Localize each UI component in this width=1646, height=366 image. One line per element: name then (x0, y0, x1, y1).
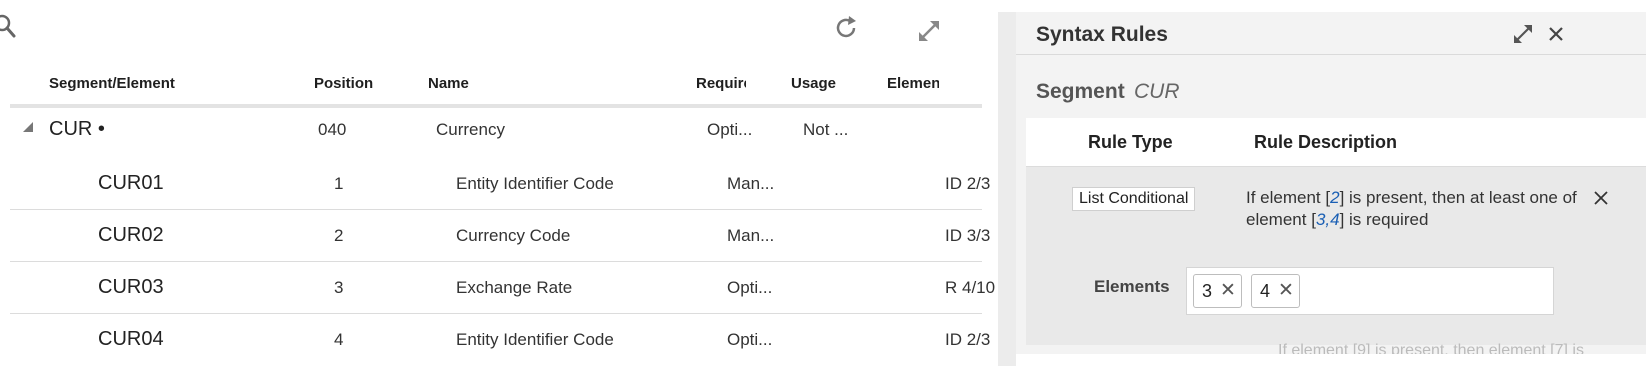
segment-cell: CUR04 (98, 328, 164, 350)
position-cell: 3 (334, 278, 344, 297)
usage-cell: Not ... (803, 120, 849, 139)
table-row[interactable]: CUR • 040 Currency Opti... Not ... (10, 106, 982, 158)
rules-table-header: Rule Type Rule Description (1026, 118, 1646, 167)
element-chip: 4 ✕ (1251, 274, 1300, 308)
name-cell: Currency (436, 120, 505, 139)
panel-title: Syntax Rules (1036, 23, 1168, 46)
position-cell: 040 (318, 120, 347, 139)
requirement-cell: Man... (727, 226, 775, 245)
table-header: Segment/Element Position Name Require Us… (10, 62, 982, 108)
close-icon[interactable] (1546, 24, 1566, 44)
rule-type-badge: List Conditional (1072, 187, 1196, 211)
name-cell: Entity Identifier Code (456, 330, 614, 349)
segment-cell: CUR01 (98, 172, 164, 194)
element-cell: ID 3/3 (945, 226, 991, 245)
chip-remove-icon[interactable]: ✕ (1220, 275, 1236, 307)
expand-icon[interactable] (916, 18, 942, 44)
requirement-cell: Opti... (707, 120, 753, 139)
remove-icon[interactable] (1592, 189, 1610, 207)
requirement-cell: Opti... (727, 278, 773, 297)
elements-label: Elements (1094, 277, 1170, 296)
element-cell: ID 2/3 (945, 174, 991, 193)
column-header-position[interactable]: Position (314, 75, 373, 92)
syntax-rules-panel: Syntax Rules Segment CUR Rule Type Rule … (1016, 12, 1646, 354)
segment-cell: CUR02 (98, 224, 164, 246)
next-rule-preview: If element [9] is present, then element … (1278, 342, 1584, 354)
element-link[interactable]: 2 (1330, 188, 1339, 207)
table-row[interactable]: CUR02 2 Currency Code Man... ID 3/3 (10, 210, 990, 262)
column-header-requirement[interactable]: Require (696, 75, 746, 92)
tree-collapse-icon[interactable] (22, 120, 34, 138)
segment-label: Segment (1036, 80, 1125, 103)
collapse-icon[interactable] (1512, 23, 1534, 45)
chip-remove-icon[interactable]: ✕ (1278, 275, 1294, 307)
column-header-segment[interactable]: Segment/Element (49, 75, 175, 92)
position-cell: 1 (334, 174, 344, 193)
refresh-icon[interactable] (832, 14, 860, 42)
rule-description: If element [2] is present, then at least… (1246, 188, 1577, 229)
name-cell: Currency Code (456, 226, 571, 245)
column-header-name[interactable]: Name (428, 75, 469, 92)
element-cell: R 4/10 (945, 278, 996, 297)
element-link[interactable]: 3,4 (1316, 210, 1340, 229)
rule-row[interactable]: List Conditional If element [2] is prese… (1026, 167, 1646, 345)
name-cell: Exchange Rate (456, 278, 573, 297)
segment-cell: CUR03 (98, 276, 164, 298)
segment-value: CUR (1134, 80, 1180, 103)
rule-type-header: Rule Type (1088, 132, 1173, 152)
segment-cell: CUR • (49, 118, 105, 140)
search-icon[interactable] (0, 12, 22, 40)
table-row[interactable]: CUR03 3 Exchange Rate Opti... R 4/10 (10, 262, 995, 314)
column-header-usage[interactable]: Usage (791, 75, 836, 92)
requirement-cell: Opti... (727, 330, 773, 349)
requirement-cell: Man... (727, 174, 775, 193)
position-cell: 4 (334, 330, 344, 349)
panel-splitter[interactable] (998, 12, 1016, 366)
position-cell: 2 (334, 226, 344, 245)
panel-header: Syntax Rules (1016, 12, 1646, 55)
table-row[interactable]: CUR01 1 Entity Identifier Code Man... ID… (10, 158, 990, 210)
elements-input[interactable]: 3 ✕ 4 ✕ (1186, 267, 1554, 315)
element-cell: ID 2/3 (945, 330, 991, 349)
table-row[interactable]: CUR04 4 Entity Identifier Code Opti... I… (10, 314, 990, 366)
segment-table-panel: Segment/Element Position Name Require Us… (0, 0, 998, 366)
column-header-element[interactable]: Elemen (887, 75, 939, 92)
name-cell: Entity Identifier Code (456, 174, 614, 193)
rule-description-header: Rule Description (1254, 132, 1398, 152)
element-chip: 3 ✕ (1193, 274, 1242, 308)
